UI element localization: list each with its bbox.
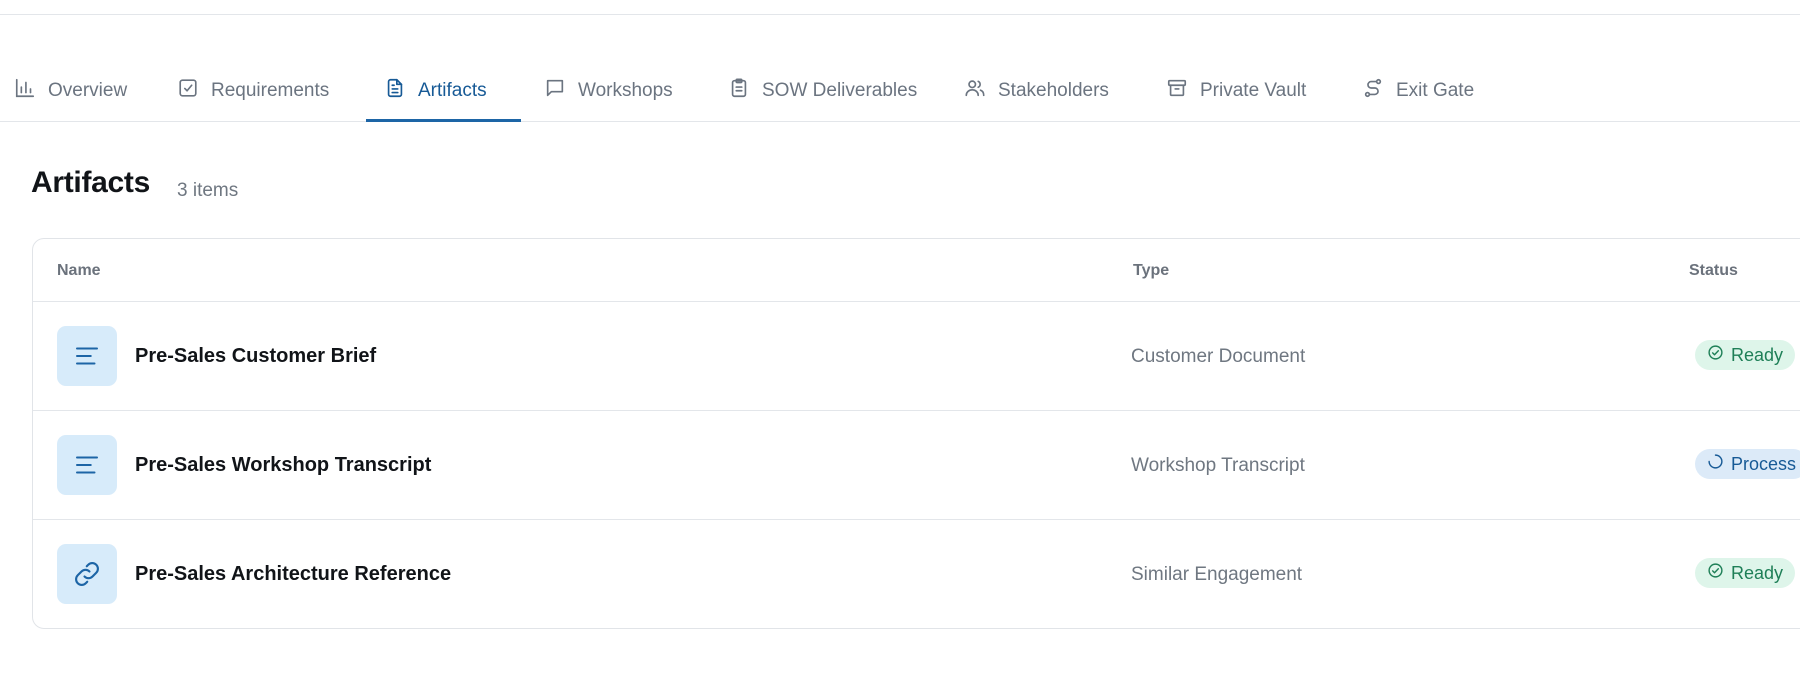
tab-label: SOW Deliverables [762,80,918,101]
artifact-type: Workshop Transcript [1131,455,1305,476]
artifact-name[interactable]: Pre-Sales Architecture Reference [135,563,451,586]
tab-label: Stakeholders [998,80,1109,101]
check-circle-icon [1707,562,1724,584]
tab-workshops[interactable]: Workshops [544,60,673,122]
link-icon [57,544,117,604]
document-icon [384,77,406,105]
column-header-name[interactable]: Name [57,262,101,280]
artifact-type: Customer Document [1131,346,1306,367]
top-divider [0,14,1800,15]
tab-stakeholders[interactable]: Stakeholders [964,60,1109,122]
checkbox-icon [177,77,199,105]
table-row[interactable]: Pre-Sales Customer Brief Customer Docume… [33,302,1800,410]
tab-label: Private Vault [1200,80,1307,101]
archive-box-icon [1166,77,1188,105]
text-lines-icon [57,326,117,386]
text-lines-icon [57,435,117,495]
page-title: Artifacts [31,166,150,199]
artifact-name[interactable]: Pre-Sales Customer Brief [135,345,376,368]
status-badge: Process [1695,449,1800,479]
active-tab-indicator [366,119,521,122]
tab-sow-deliverables[interactable]: SOW Deliverables [728,60,917,122]
clipboard-icon [728,77,750,105]
tab-exit-gate[interactable]: Exit Gate [1362,60,1474,122]
table-row[interactable]: Pre-Sales Workshop Transcript Workshop T… [33,411,1800,519]
tab-requirements[interactable]: Requirements [177,60,329,122]
artifact-type: Similar Engagement [1131,564,1303,585]
tab-overview[interactable]: Overview [14,60,127,122]
status-label: Ready [1731,344,1784,365]
tab-artifacts[interactable]: Artifacts [384,60,487,122]
artifact-name[interactable]: Pre-Sales Workshop Transcript [135,454,431,477]
artifacts-table: Name Type Status Pre-Sales Customer Brie… [32,238,1800,629]
status-badge: Ready [1695,340,1796,370]
bar-chart-icon [14,77,36,105]
tab-label: Exit Gate [1396,80,1475,101]
status-label: Ready [1731,562,1784,583]
chat-bubble-icon [544,77,566,105]
check-circle-icon [1707,344,1724,366]
spinner-icon [1707,453,1724,475]
item-count: 3 items [177,180,239,201]
tab-label: Requirements [211,80,330,101]
tab-label: Workshops [578,80,673,101]
column-header-status[interactable]: Status [1689,262,1738,280]
users-icon [964,77,986,105]
tab-private-vault[interactable]: Private Vault [1166,60,1306,122]
route-icon [1362,77,1384,105]
table-row[interactable]: Pre-Sales Architecture Reference Similar… [33,520,1800,628]
status-label: Process [1731,453,1797,474]
tab-label: Overview [48,80,128,101]
status-badge: Ready [1695,558,1796,588]
tab-bar: Overview Requirements Artifacts Workshop… [0,60,1800,122]
tab-label: Artifacts [418,80,487,101]
column-header-type[interactable]: Type [1133,262,1169,280]
